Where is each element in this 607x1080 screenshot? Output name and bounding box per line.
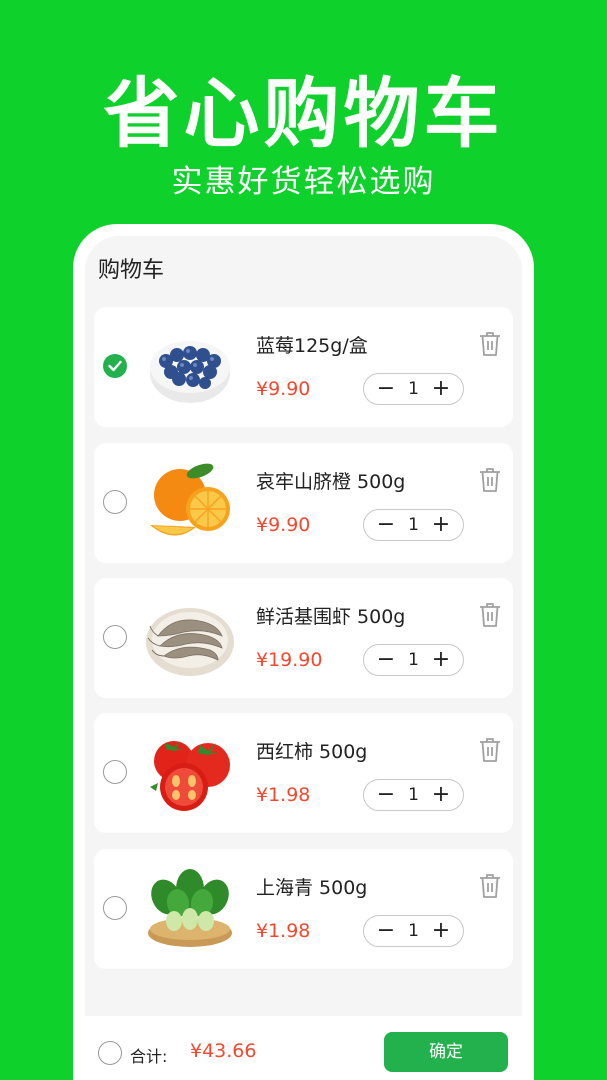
cart-item: 上海青 500g ¥1.98 − 1 + (94, 849, 513, 969)
item-name: 鲜活基围虾 500g (256, 606, 406, 628)
quantity-stepper: − 1 + (363, 779, 464, 811)
trash-icon[interactable] (479, 467, 501, 493)
minus-icon[interactable]: − (370, 645, 402, 675)
trash-icon[interactable] (479, 602, 501, 628)
cart-item: 西红柿 500g ¥1.98 − 1 + (94, 713, 513, 833)
oranges-image (150, 463, 230, 536)
cart-item: 蓝莓125g/盒 ¥9.90 − 1 + (94, 307, 513, 427)
item-price: ¥1.98 (256, 920, 311, 942)
minus-icon[interactable]: − (370, 780, 402, 810)
trash-icon[interactable] (479, 331, 501, 357)
quantity-value: 1 (408, 515, 419, 535)
shrimp-image (146, 608, 234, 676)
plus-icon[interactable]: + (425, 510, 457, 540)
quantity-stepper: − 1 + (363, 373, 464, 405)
minus-icon[interactable]: − (370, 916, 402, 946)
minus-icon[interactable]: − (370, 510, 402, 540)
item-name: 哀牢山脐橙 500g (256, 471, 406, 493)
item-checkbox[interactable] (103, 354, 127, 378)
cart-item: 哀牢山脐橙 500g ¥9.90 − 1 + (94, 443, 513, 563)
trash-icon[interactable] (479, 873, 501, 899)
total-value: ¥43.66 (190, 1040, 257, 1062)
quantity-stepper: − 1 + (363, 915, 464, 947)
item-price: ¥9.90 (256, 514, 311, 536)
minus-icon[interactable]: − (370, 374, 402, 404)
hero-subtitle: 实惠好货轻松选购 (171, 164, 436, 200)
page-title: 购物车 (98, 258, 165, 283)
check-icon (108, 360, 122, 372)
bok-choy-image (148, 869, 232, 947)
item-checkbox[interactable] (103, 625, 127, 649)
tomatoes-image (150, 741, 230, 811)
quantity-value: 1 (408, 650, 419, 670)
item-price: ¥19.90 (256, 649, 323, 671)
cart-item: 鲜活基围虾 500g ¥19.90 − 1 + (94, 578, 513, 698)
quantity-value: 1 (408, 379, 419, 399)
item-price: ¥1.98 (256, 784, 311, 806)
item-price: ¥9.90 (256, 378, 311, 400)
select-all-checkbox[interactable] (98, 1041, 122, 1065)
quantity-stepper: − 1 + (363, 509, 464, 541)
item-name: 蓝莓125g/盒 (256, 335, 368, 357)
item-checkbox[interactable] (103, 896, 127, 920)
plus-icon[interactable]: + (425, 374, 457, 404)
item-checkbox[interactable] (103, 490, 127, 514)
plus-icon[interactable]: + (425, 916, 457, 946)
total-label: 合计: (130, 1047, 168, 1066)
cart-footer: 合计: ¥43.66 确定 (85, 1016, 522, 1080)
quantity-value: 1 (408, 785, 419, 805)
confirm-button[interactable]: 确定 (384, 1032, 508, 1072)
quantity-value: 1 (408, 921, 419, 941)
trash-icon[interactable] (479, 737, 501, 763)
quantity-stepper: − 1 + (363, 644, 464, 676)
cart-screen: 购物车 蓝莓125g/盒 ¥9.90 − 1 + 哀牢山脐橙 500g ¥9.9… (85, 236, 522, 1080)
blueberries-image (150, 341, 230, 403)
plus-icon[interactable]: + (425, 780, 457, 810)
item-name: 上海青 500g (256, 877, 368, 899)
item-name: 西红柿 500g (256, 741, 368, 763)
hero-title: 省心购物车 (103, 69, 504, 158)
item-checkbox[interactable] (103, 760, 127, 784)
plus-icon[interactable]: + (425, 645, 457, 675)
